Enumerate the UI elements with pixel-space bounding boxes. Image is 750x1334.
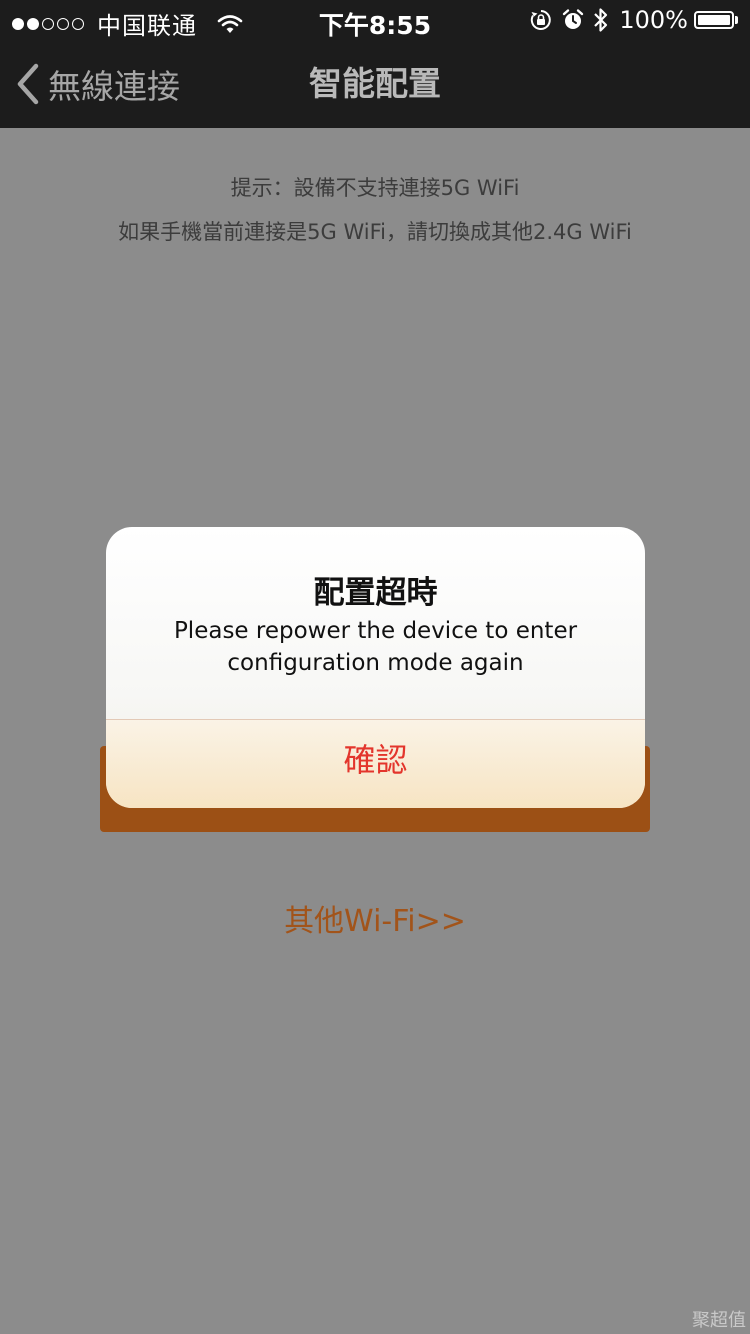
other-wifi-link[interactable]: 其他Wi-Fi>> [0, 896, 750, 940]
status-bar: 中国联通 下午8:55 100% [0, 0, 750, 40]
battery-tip [735, 16, 738, 24]
navigation-bar: 無線連接 智能配置 [0, 40, 750, 128]
confirm-button[interactable]: 確認 [106, 720, 645, 808]
bluetooth-icon [593, 7, 609, 33]
alert-message: Please repower the device to enter confi… [173, 618, 578, 676]
watermark-logo: 聚超值 [692, 1310, 746, 1331]
tip-text-5g: 提示：設備不支持連接5G WiFi [230, 176, 520, 200]
page-title: 智能配置 [309, 64, 441, 103]
battery-fill [698, 15, 730, 25]
tip-text-switch-wifi: 如果手機當前連接是5G WiFi，請切換成其他2.4G WiFi [118, 220, 632, 244]
alert-title: 配置超時 [313, 575, 438, 611]
status-bar-right: 100% [521, 6, 738, 34]
orientation-lock-icon [529, 8, 553, 32]
alarm-icon [561, 8, 585, 32]
timeout-alert-dialog: 配置超時 Please repower the device to enter … [106, 527, 645, 808]
battery-percent: 100% [619, 6, 688, 34]
battery-icon [694, 11, 734, 29]
